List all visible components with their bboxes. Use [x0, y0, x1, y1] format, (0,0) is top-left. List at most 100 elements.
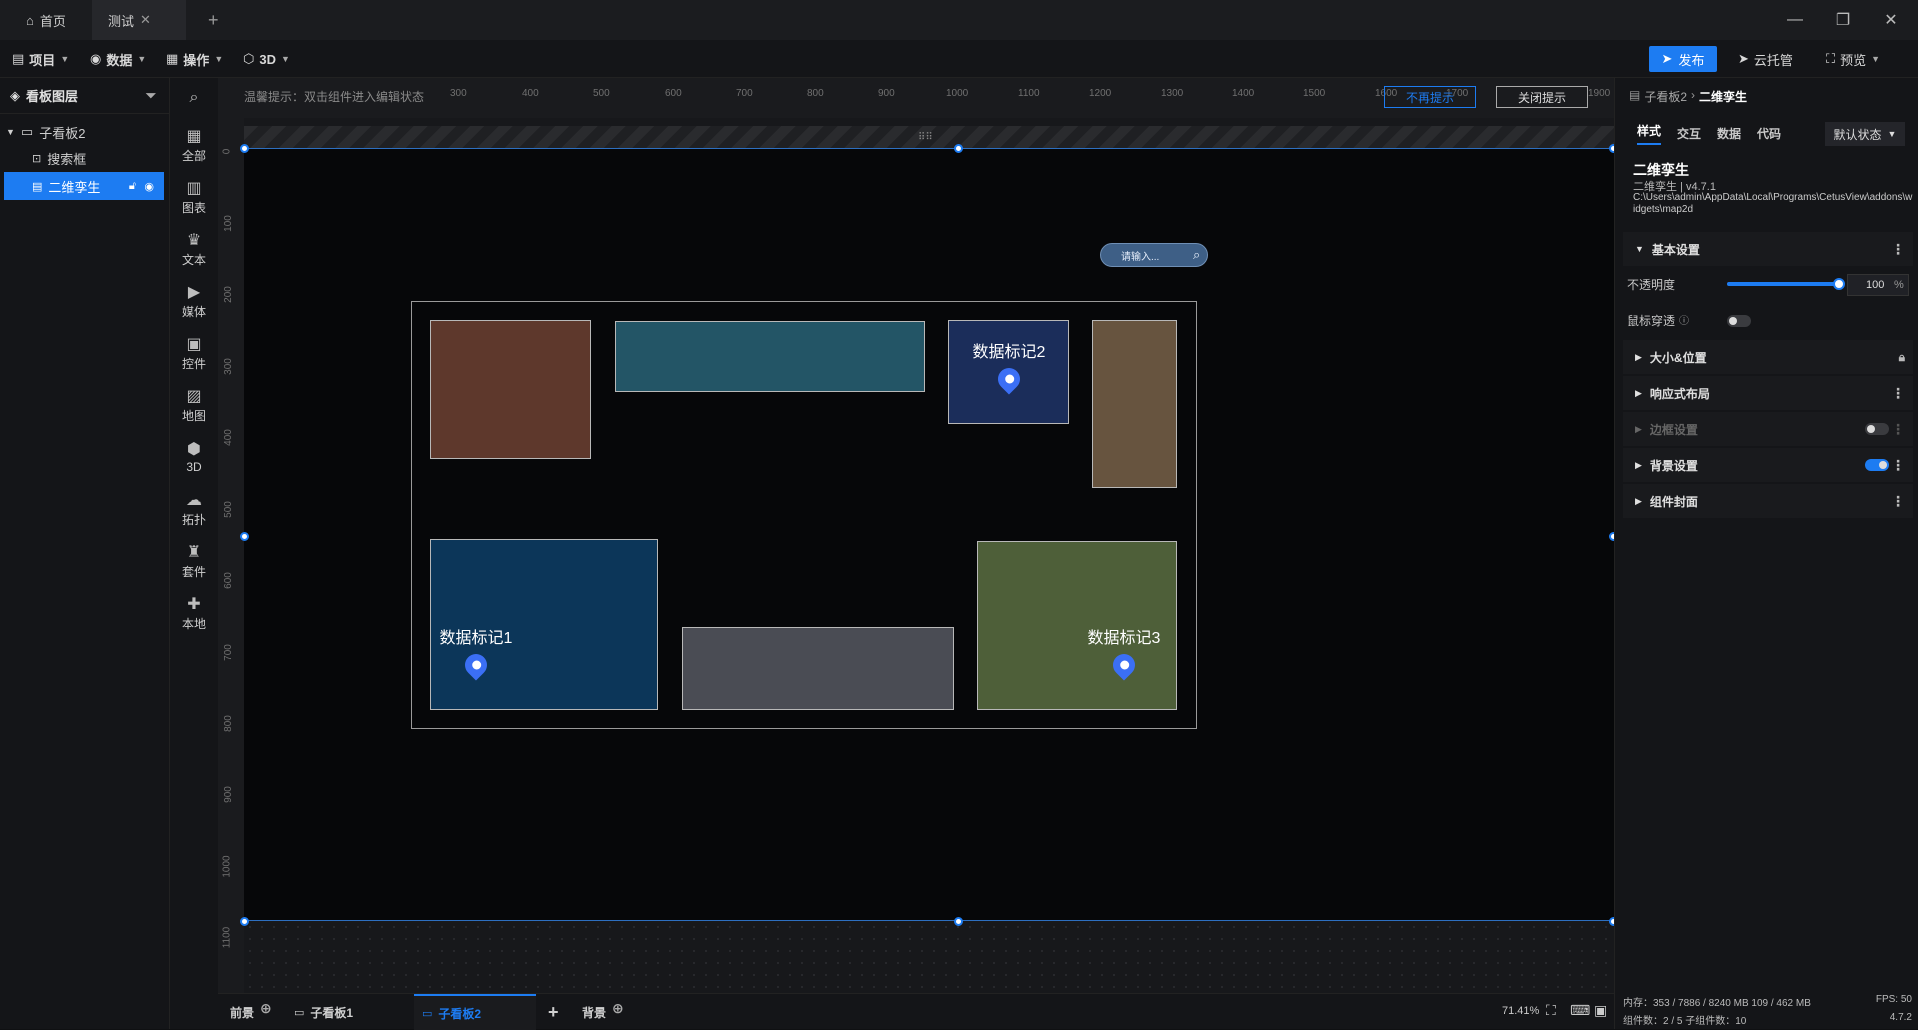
comp-3d[interactable]: ⬢ 3D	[170, 434, 218, 482]
section-cover[interactable]: ▶ 组件封面 ⋮	[1623, 484, 1913, 518]
more-icon[interactable]: ⋮	[1891, 421, 1905, 438]
section-background-label: 背景设置	[1649, 458, 1698, 473]
close-window-button[interactable]: ✕	[1879, 8, 1903, 32]
new-tab-button[interactable]: +	[192, 0, 235, 40]
tab-test[interactable]: 测试 ✕	[92, 0, 186, 40]
close-icon[interactable]: ✕	[140, 12, 151, 28]
add-circle-icon[interactable]: ⊕	[260, 1000, 272, 1017]
resize-handle[interactable]	[240, 532, 249, 541]
tab-foreground[interactable]: 前景 ⊕	[230, 994, 272, 1030]
fit-screen-icon[interactable]: ⛶	[1546, 1002, 1556, 1019]
more-icon[interactable]: ⋮	[1891, 457, 1905, 474]
menu-3d[interactable]: ⬡ 3D ▼	[243, 40, 290, 78]
more-icon[interactable]: ⋮	[1891, 241, 1905, 258]
resize-handle[interactable]	[240, 144, 249, 153]
eye-icon[interactable]: ◉	[144, 180, 154, 193]
terminal-icon[interactable]: ▣	[1594, 1002, 1607, 1019]
section-background[interactable]: ▶ 背景设置 ⋮	[1623, 448, 1913, 482]
map-2d-frame[interactable]: 数据标记2 数据标记1 数据标记3	[411, 301, 1197, 729]
layer-label: 搜索框	[47, 151, 87, 167]
add-circle-icon[interactable]: ⊕	[612, 1000, 624, 1017]
mouse-through-toggle[interactable]	[1727, 315, 1751, 327]
section-border[interactable]: ▶ 边框设置 ⋮	[1623, 412, 1913, 446]
background-toggle[interactable]	[1865, 459, 1889, 471]
breadcrumb-parent[interactable]: 子看板2	[1644, 88, 1687, 105]
tab-data[interactable]: 数据	[1717, 125, 1741, 142]
search-icon[interactable]: ⌕	[1193, 247, 1200, 263]
menu-data[interactable]: ◉ 数据 ▼	[90, 40, 146, 78]
data-marker-2[interactable]: 数据标记2	[957, 338, 1061, 395]
help-icon[interactable]: ⓘ	[1679, 312, 1689, 329]
search-input[interactable]: 请输入...	[1121, 248, 1181, 263]
monitor-icon: ▭	[294, 1006, 305, 1019]
tab-style[interactable]: 样式	[1637, 122, 1662, 145]
menu-operate[interactable]: ▦ 操作 ▼	[166, 40, 223, 78]
filter-icon[interactable]: ⏷	[146, 88, 156, 104]
keyboard-icon[interactable]: ⌨	[1570, 1002, 1590, 1019]
comp-control[interactable]: ▣ 控件	[170, 330, 218, 378]
no-more-hint-button[interactable]: 不再提示	[1384, 86, 1476, 108]
drag-handle-icon[interactable]: ⠿⠿	[918, 132, 933, 143]
sub-board-stage[interactable]: 请输入... ⌕ 数据标记2 数据标记1 数据标记3	[244, 148, 1614, 921]
data-marker-1[interactable]: 数据标记1	[424, 624, 528, 681]
comp-chart[interactable]: ▥ 图表	[170, 174, 218, 222]
publish-button[interactable]: ➤ 发布	[1649, 46, 1717, 72]
add-board-button[interactable]: +	[548, 994, 559, 1030]
comp-media[interactable]: ▶ 媒体	[170, 278, 218, 326]
border-toggle[interactable]	[1865, 423, 1889, 435]
section-responsive[interactable]: ▶ 响应式布局 ⋮	[1623, 376, 1913, 410]
ruler-vertical: 0 100 200 300 400 500 600 700 800 900 10…	[218, 118, 244, 993]
map-region-teal[interactable]	[615, 321, 925, 392]
opacity-slider-thumb[interactable]	[1833, 278, 1845, 290]
data-marker-3[interactable]: 数据标记3	[1072, 624, 1176, 681]
tab-home[interactable]: ⌂ 首页	[10, 0, 82, 40]
section-basic[interactable]: ▼ 基本设置 ⋮	[1623, 232, 1913, 266]
layer-item-sub-board[interactable]: ▼ ▭ 子看板2	[0, 118, 170, 146]
state-select[interactable]: 默认状态 ▼	[1825, 122, 1905, 146]
comp-map[interactable]: ▨ 地图	[170, 382, 218, 430]
more-icon[interactable]: ⋮	[1891, 385, 1905, 402]
zoom-level[interactable]: 71.41%	[1502, 1005, 1539, 1017]
opacity-slider-fill	[1727, 282, 1839, 286]
opacity-input[interactable]: 100 %	[1847, 274, 1909, 296]
map-region-khaki[interactable]	[1092, 320, 1177, 488]
restore-button[interactable]: ❐	[1831, 8, 1855, 32]
tab-sub-board-1[interactable]: ▭ 子看板1	[294, 994, 414, 1030]
section-size-position[interactable]: ▶ 大小&位置 🔒︎	[1623, 340, 1913, 374]
comp-local[interactable]: ✚ 本地	[170, 590, 218, 638]
component-name: 二维孪生	[1633, 162, 1689, 178]
layer-item-search[interactable]: ⊡ 搜索框	[0, 144, 170, 172]
comp-topology[interactable]: ☁ 拓扑	[170, 486, 218, 534]
preview-button[interactable]: ⛶ 预览 ▼	[1826, 40, 1880, 78]
unlock-icon[interactable]: 🔓︎	[129, 180, 136, 193]
opacity-label: 不透明度	[1627, 278, 1676, 292]
cloud-button[interactable]: ➤ 云托管	[1738, 40, 1793, 78]
tab-sub-board-2[interactable]: ▭ 子看板2	[414, 994, 536, 1030]
breadcrumb: ▤ 子看板2 › 二维孪生	[1629, 88, 1747, 105]
tab-interaction[interactable]: 交互	[1677, 125, 1701, 142]
menu-project-label: 项目	[29, 52, 56, 68]
comp-all[interactable]: ▦ 全部	[170, 122, 218, 170]
caret-down-icon: ▼	[1635, 244, 1644, 254]
tab-background[interactable]: 背景 ⊕	[582, 994, 624, 1030]
minimize-button[interactable]: —	[1783, 8, 1807, 32]
ruler-tick: 900	[878, 88, 895, 99]
comp-kit[interactable]: ♜ 套件	[170, 538, 218, 586]
canvas-workspace[interactable]: 温馨提示：双击组件进入编辑状态 300 400 500 600 700 800 …	[218, 78, 1614, 993]
map-region-gray[interactable]	[682, 627, 954, 710]
layer-item-2d-twin[interactable]: ▤ 二维孪生 🔓︎ ◉	[4, 172, 164, 200]
comp-label: 媒体	[181, 304, 206, 319]
map-region-brown[interactable]	[430, 320, 591, 459]
search-widget[interactable]: 请输入... ⌕	[1100, 243, 1208, 267]
search-button[interactable]: ⌕	[170, 78, 218, 118]
section-border-label: 边框设置	[1649, 422, 1698, 437]
opacity-slider[interactable]	[1727, 278, 1845, 290]
lock-icon[interactable]: 🔒︎	[1899, 350, 1905, 365]
comp-text[interactable]: ♛ 文本	[170, 226, 218, 274]
menu-project[interactable]: ▤ 项目 ▼	[12, 40, 69, 78]
tab-code[interactable]: 代码	[1757, 125, 1781, 142]
close-hint-button[interactable]: 关闭提示	[1496, 86, 1588, 108]
resize-handle[interactable]	[954, 144, 963, 153]
more-icon[interactable]: ⋮	[1891, 493, 1905, 510]
control-icon: ▣	[186, 335, 202, 353]
